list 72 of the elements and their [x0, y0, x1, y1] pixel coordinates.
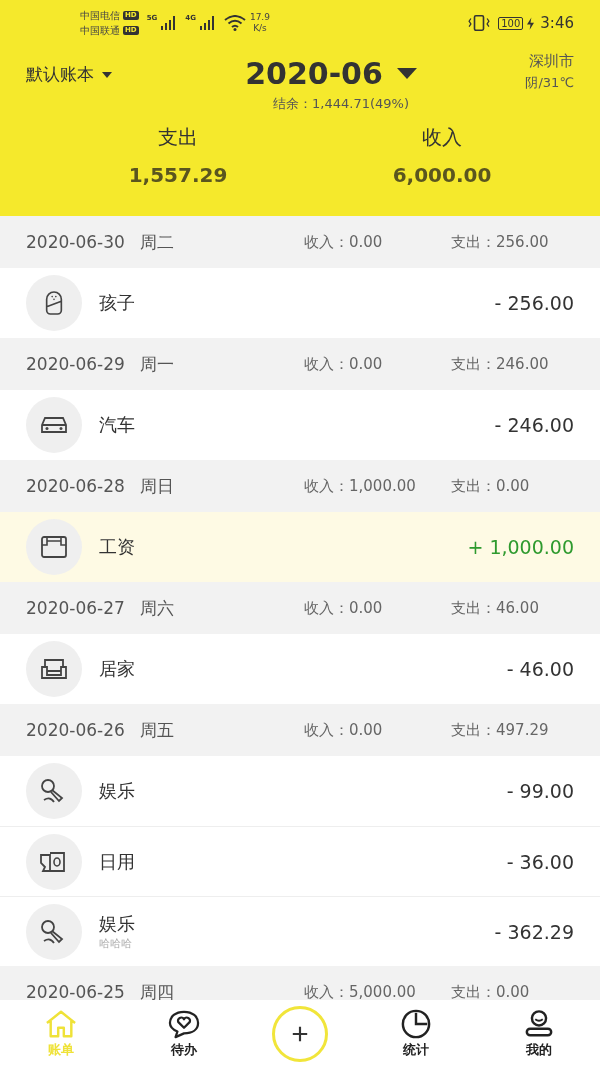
- vibrate-icon: [468, 14, 491, 32]
- day-date: 2020-06-28: [26, 476, 125, 496]
- day-weekday: 周二: [139, 230, 175, 254]
- transaction-amount: - 99.00: [506, 780, 574, 802]
- nav-tab[interactable]: 我的: [503, 1008, 574, 1059]
- carrier-name: 中国联通: [80, 23, 120, 38]
- day-expense: 支出：0.00: [451, 476, 531, 496]
- day-weekday: 周五: [139, 718, 175, 742]
- plus-icon: [291, 1024, 309, 1043]
- day-income: 收入：1,000.00: [304, 476, 417, 496]
- category-name: 日用: [99, 849, 136, 874]
- day-weekday: 周日: [139, 474, 175, 498]
- day-income: 收入：5,000.00: [304, 982, 417, 1000]
- day-income: 收入：0.00: [304, 354, 384, 374]
- day-income: 收入：0.00: [304, 598, 384, 618]
- day-date: 2020-06-27: [26, 598, 125, 618]
- day-expense: 支出：0.00: [451, 982, 531, 1000]
- carrier-name: 中国电信: [80, 8, 120, 23]
- wallet-icon: [40, 535, 68, 559]
- clock: 3:46: [540, 14, 574, 32]
- transaction-amount: - 46.00: [506, 658, 574, 680]
- account-book-selector[interactable]: 默认账本: [26, 63, 166, 86]
- day-date: 2020-06-26: [26, 720, 125, 740]
- total-label: 支出: [158, 124, 198, 151]
- sofa-icon: [40, 657, 68, 681]
- balance-text: 结余：1,444.71(49%): [273, 95, 409, 113]
- category-name: 工资: [99, 535, 136, 559]
- network-speed: 17.9: [249, 12, 270, 23]
- day-income: 收入：0.00: [304, 720, 384, 740]
- signal-icon: [199, 16, 216, 30]
- category-name: 汽车: [99, 413, 136, 437]
- transaction-amount: - 36.00: [506, 850, 574, 873]
- transaction-amount: - 362.29: [494, 920, 574, 943]
- city-name: 深圳市: [529, 52, 574, 71]
- total-amount: 1,557.29: [128, 163, 228, 187]
- month-selector[interactable]: 2020-06: [245, 56, 417, 91]
- add-button[interactable]: [272, 1005, 328, 1062]
- transaction-row[interactable]: 工资 + 1,000.00: [0, 512, 600, 582]
- transaction-amount: - 246.00: [494, 414, 574, 436]
- day-date: 2020-06-30: [26, 232, 125, 252]
- category-name: 孩子: [99, 291, 136, 315]
- day-date: 2020-06-29: [26, 354, 125, 374]
- category-name: 娱乐: [99, 912, 136, 936]
- transaction-amount: - 256.00: [494, 292, 574, 314]
- car-icon: [39, 415, 69, 435]
- total-amount: 6,000.00: [392, 163, 492, 187]
- speed-unit: K/s: [253, 23, 267, 34]
- caret-icon: [102, 71, 112, 78]
- battery-level: 100: [498, 16, 524, 30]
- charging-icon: [527, 16, 535, 30]
- nav-tab[interactable]: 待办: [149, 1008, 220, 1059]
- day-expense: 支出：497.29: [451, 720, 550, 740]
- day-expense: 支出：46.00: [451, 598, 540, 618]
- wifi-icon: [223, 15, 246, 31]
- heart-speech-bubble-icon: [167, 1008, 202, 1039]
- day-date: 2020-06-25: [26, 982, 125, 1000]
- baby-icon: [43, 290, 65, 316]
- weather-text: 阴/31℃: [525, 74, 574, 92]
- total-label: 收入: [422, 124, 462, 151]
- transaction-note: 哈哈哈: [99, 936, 133, 951]
- caret-icon: [396, 68, 417, 79]
- day-expense: 支出：246.00: [451, 354, 550, 374]
- category-name: 居家: [99, 657, 136, 681]
- category-name: 娱乐: [99, 779, 136, 803]
- day-income: 收入：0.00: [304, 232, 384, 252]
- nav-tab[interactable]: 统计: [380, 1008, 451, 1059]
- signal-icon: [161, 16, 178, 30]
- day-weekday: 周一: [139, 352, 175, 376]
- day-weekday: 周六: [139, 596, 175, 620]
- transaction-amount: + 1,000.00: [467, 536, 574, 558]
- day-expense: 支出：256.00: [451, 232, 550, 252]
- day-weekday: 周四: [139, 980, 175, 1000]
